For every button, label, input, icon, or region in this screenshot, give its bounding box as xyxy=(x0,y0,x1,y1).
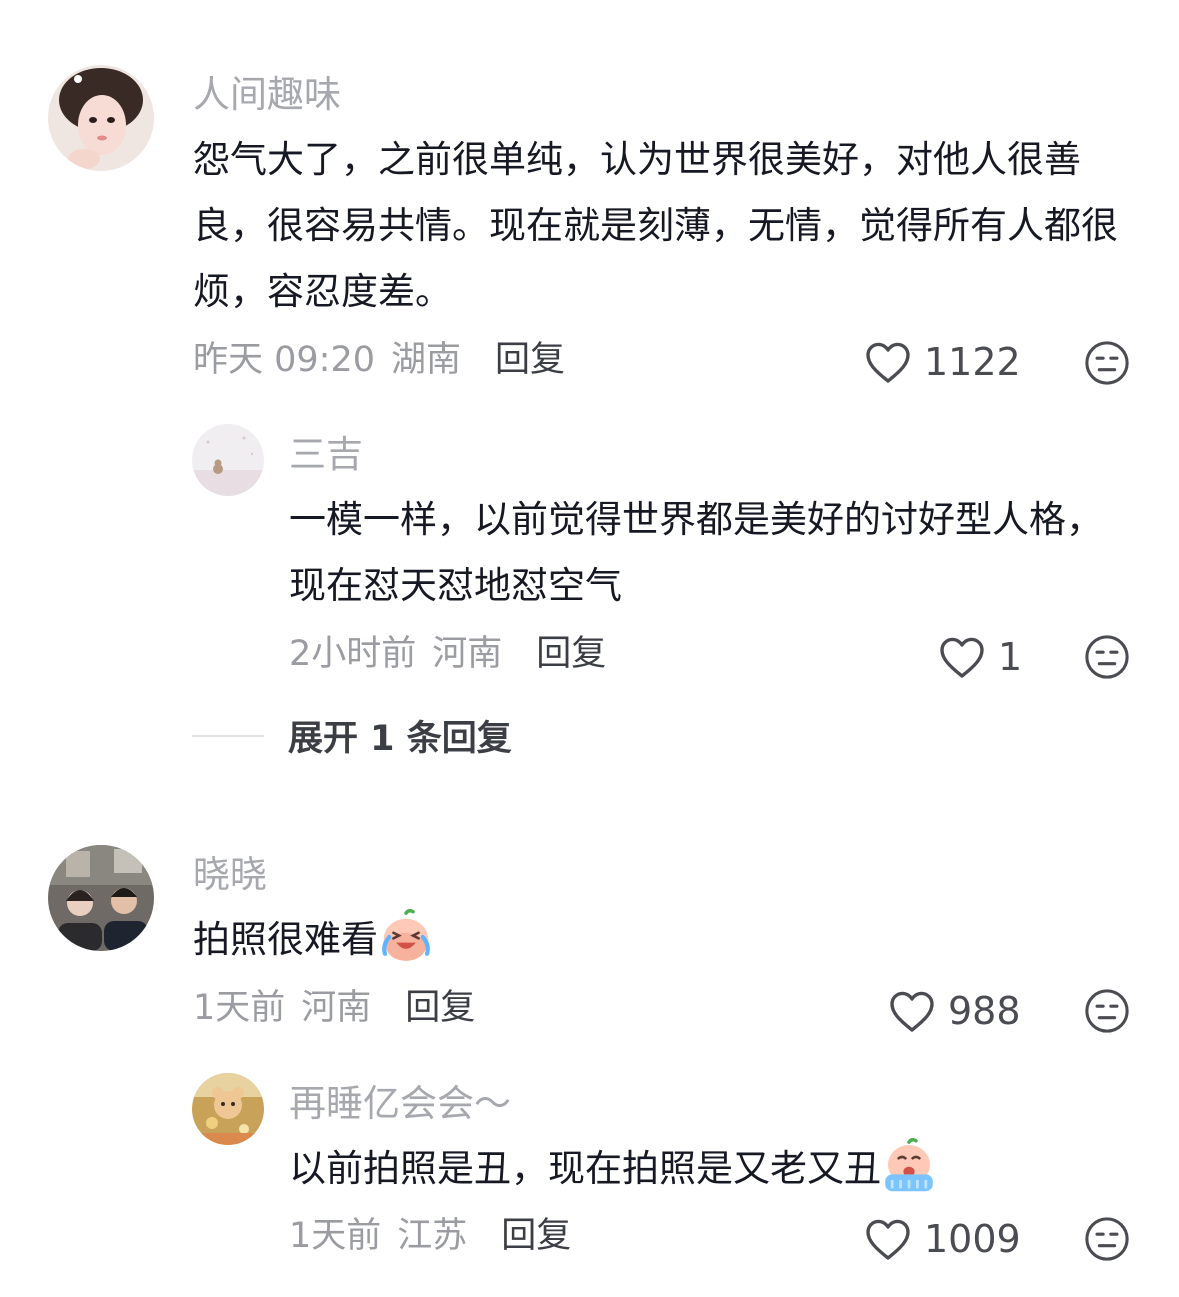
comment-meta: 昨天 09:20 湖南 回复 xyxy=(193,343,565,378)
crying-laugh-emoji xyxy=(382,908,430,961)
comment-meta: 1天前 河南 回复 xyxy=(193,991,475,1026)
meh-face-icon[interactable] xyxy=(1084,988,1130,1034)
reply-text: 一模一样，以前觉得世界都是美好的讨好型人格，现在怼天怼地怼空气 xyxy=(289,498,1103,607)
username[interactable]: 三吉 xyxy=(289,436,363,473)
avatar[interactable] xyxy=(192,424,264,496)
comment-location: 河南 xyxy=(301,988,372,1028)
comment-location: 湖南 xyxy=(391,340,462,380)
like-count: 988 xyxy=(948,989,1021,1033)
like-button[interactable]: 1009 xyxy=(864,1217,1021,1261)
meh-face-icon[interactable] xyxy=(1084,634,1130,680)
comment-meta: 1天前 江苏 回复 xyxy=(289,1219,571,1254)
avatar[interactable] xyxy=(48,845,154,951)
comment-time: 2小时前 xyxy=(289,634,417,674)
meh-face-icon[interactable] xyxy=(1084,340,1130,386)
reply-button[interactable]: 回复 xyxy=(501,1219,571,1254)
comment-text: 怨气大了，之前很单纯，认为世界很美好，对他人很善良，很容易共情。现在就是刻薄，无… xyxy=(193,138,1118,313)
heart-outline-icon xyxy=(866,1219,910,1260)
avatar-image xyxy=(48,845,154,951)
heart-outline-icon xyxy=(866,342,910,383)
like-count: 1122 xyxy=(924,340,1021,384)
like-count: 1009 xyxy=(924,1217,1021,1261)
heart-outline-icon xyxy=(890,991,934,1032)
avatar[interactable] xyxy=(192,1073,264,1145)
like-button[interactable]: 988 xyxy=(888,989,1021,1033)
comment-time: 1天前 xyxy=(193,988,286,1028)
comment-location: 河南 xyxy=(432,634,503,674)
comment-text: 拍照很难看 xyxy=(193,907,1093,973)
crying-emoji xyxy=(885,1137,933,1191)
comment-time: 1天前 xyxy=(289,1216,382,1256)
reply-text-content: 以前拍照是丑，现在拍照是又老又丑 xyxy=(289,1147,881,1190)
username[interactable]: 晓晓 xyxy=(193,856,267,893)
expand-replies-button[interactable]: 展开 1 条回复 xyxy=(192,710,512,761)
like-button[interactable]: 1 xyxy=(938,635,1022,679)
reply-button[interactable]: 回复 xyxy=(405,991,475,1026)
like-count: 1 xyxy=(998,635,1023,679)
comment-text-content: 拍照很难看 xyxy=(193,918,378,961)
divider xyxy=(192,734,264,737)
avatar[interactable] xyxy=(48,65,154,171)
username[interactable]: 人间趣味 xyxy=(193,76,341,113)
comment-location: 江苏 xyxy=(397,1216,468,1256)
meh-face-icon[interactable] xyxy=(1084,1216,1130,1262)
like-button[interactable]: 1122 xyxy=(864,340,1021,384)
avatar-image xyxy=(192,1073,264,1145)
comment-meta: 2小时前 河南 回复 xyxy=(289,637,606,672)
avatar-image xyxy=(48,65,154,171)
comment-time: 昨天 09:20 xyxy=(193,340,375,380)
expand-replies-label: 展开 1 条回复 xyxy=(288,719,512,759)
heart-outline-icon xyxy=(940,637,984,678)
avatar-image xyxy=(192,424,264,496)
reply-button[interactable]: 回复 xyxy=(495,343,565,378)
username[interactable]: 再睡亿会会～ xyxy=(289,1085,511,1122)
reply-text: 以前拍照是丑，现在拍照是又老又丑 xyxy=(289,1136,1124,1202)
reply-button[interactable]: 回复 xyxy=(536,637,606,672)
